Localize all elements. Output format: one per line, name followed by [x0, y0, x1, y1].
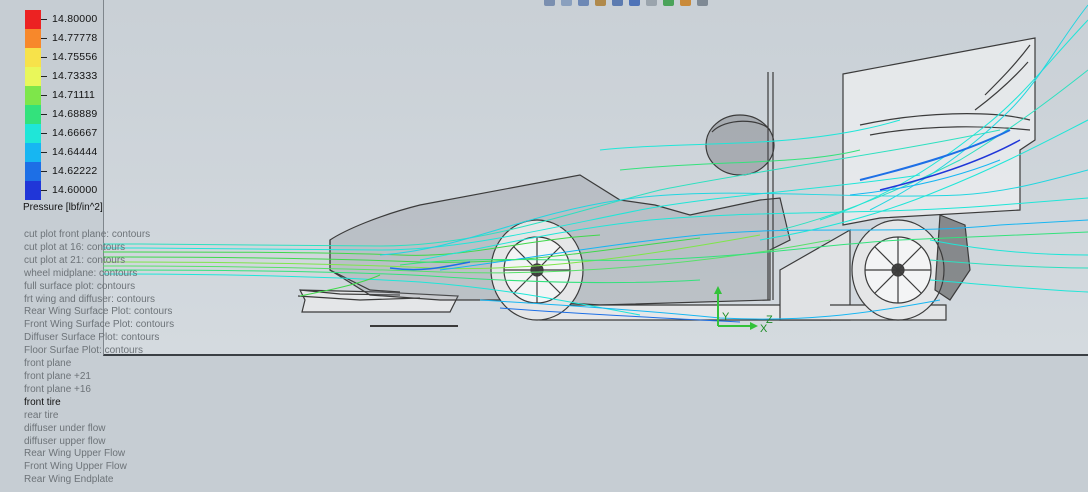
- tree-item[interactable]: cut plot at 16: contours: [24, 242, 174, 255]
- results-feature-tree: cut plot front plane: contours cut plot a…: [24, 229, 174, 487]
- tree-item[interactable]: diffuser under flow: [24, 423, 174, 436]
- legend-tick: [41, 95, 47, 96]
- legend-swatch: [25, 48, 41, 67]
- legend-value: 14.73333: [52, 70, 98, 82]
- tree-item[interactable]: Rear Wing Surface Plot: contours: [24, 306, 174, 319]
- tree-item[interactable]: Rear Wing Upper Flow: [24, 448, 174, 461]
- legend-tick: [41, 19, 47, 20]
- legend-value: 14.71111: [52, 89, 96, 101]
- tree-item[interactable]: full surface plot: contours: [24, 281, 174, 294]
- legend-tick: [41, 76, 47, 77]
- tree-item[interactable]: Floor Surfae Plot: contours: [24, 345, 174, 358]
- tree-item[interactable]: Rear Wing Endplate: [24, 474, 174, 487]
- legend-swatch: [25, 29, 41, 48]
- tree-item[interactable]: Diffuser Surface Plot: contours: [24, 332, 174, 345]
- tree-item[interactable]: Front Wing Surface Plot: contours: [24, 319, 174, 332]
- legend-swatch: [25, 143, 41, 162]
- legend-swatch: [25, 10, 41, 29]
- legend-tick: [41, 38, 47, 39]
- legend-value: 14.64444: [52, 146, 98, 158]
- legend-swatch: [25, 124, 41, 143]
- legend-value: 14.62222: [52, 165, 98, 177]
- legend-tick: [41, 171, 47, 172]
- rear-wheel: [851, 219, 945, 321]
- legend-value: 14.77778: [52, 32, 98, 44]
- tree-item[interactable]: front tire: [24, 397, 174, 410]
- legend-swatch: [25, 105, 41, 124]
- triad-y-label: Y: [722, 311, 730, 323]
- legend-title: Pressure [lbf/in^2]: [23, 202, 103, 213]
- front-wheel: [490, 219, 584, 321]
- legend-value: 14.80000: [52, 13, 98, 25]
- legend-swatch: [25, 67, 41, 86]
- tree-item[interactable]: diffuser upper flow: [24, 436, 174, 449]
- tree-item[interactable]: wheel midplane: contours: [24, 268, 174, 281]
- tree-item[interactable]: rear tire: [24, 410, 174, 423]
- tree-item[interactable]: front plane +16: [24, 384, 174, 397]
- legend-tick: [41, 152, 47, 153]
- legend-swatch: [25, 162, 41, 181]
- tree-item[interactable]: cut plot at 21: contours: [24, 255, 174, 268]
- triad-z-label: Z: [766, 314, 773, 326]
- tree-item[interactable]: front plane: [24, 358, 174, 371]
- legend-swatch: [25, 181, 41, 200]
- driver-helmet: [705, 114, 775, 176]
- tree-item[interactable]: Front Wing Upper Flow: [24, 461, 174, 474]
- legend-tick: [41, 114, 47, 115]
- legend-swatch: [25, 86, 41, 105]
- legend-tick: [41, 133, 47, 134]
- legend-value: 14.75556: [52, 51, 98, 63]
- legend-tick: [41, 57, 47, 58]
- legend-value: 14.66667: [52, 127, 98, 139]
- tree-item[interactable]: front plane +21: [24, 371, 174, 384]
- tree-item[interactable]: frt wing and diffuser: contours: [24, 294, 174, 307]
- legend-value: 14.68889: [52, 108, 98, 120]
- legend-value: 14.60000: [52, 184, 98, 196]
- legend-tick: [41, 190, 47, 191]
- car-model[interactable]: [297, 37, 1036, 327]
- tree-item[interactable]: cut plot front plane: contours: [24, 229, 174, 242]
